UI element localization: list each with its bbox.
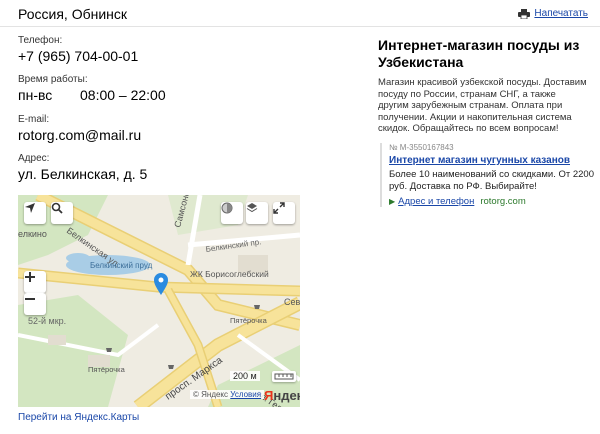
email-block: E-mail: rotorg.com@mail.ru [18,114,141,143]
direct-ad-title-link[interactable]: Интернет магазин чугунных казанов [389,155,594,166]
address-value: ул. Белкинская, д. 5 [18,166,148,182]
poi-label-pyaterochka-2: Пятёрочка [88,365,126,374]
map-scale: 200 м [230,371,260,381]
hours-value: пн-вс 08:00 – 22:00 [18,87,166,103]
direct-ad-text: Более 10 наименований со скидками. От 22… [389,169,594,192]
print-button[interactable]: Напечатать [518,8,588,19]
phone-value: +7 (965) 704-00-01 [18,48,139,64]
arrow-right-icon: ▶ [389,197,396,206]
hours-time: 08:00 – 22:00 [80,87,166,103]
address-phone-link[interactable]: Адрес и телефон [398,196,474,207]
printer-icon [518,8,531,19]
layers-button[interactable] [246,202,268,224]
map-widget[interactable]: Белкинская ул. Самсонов Белкинский пр. Б… [18,195,300,407]
direct-ad-number: № М-3550167843 [389,143,454,152]
shop-icon [168,365,174,369]
shop-icon [106,348,112,352]
ruler-icon [274,373,294,380]
fullscreen-button[interactable] [273,202,295,224]
direct-ad-links: ▶ Адрес и телефон rotorg.com [389,196,594,207]
terms-link[interactable]: Условия [230,390,261,399]
email-label: E-mail: [18,114,50,125]
yandex-logo[interactable]: Яндекс [264,388,300,403]
ad-description: Магазин красивой узбекской посуды. Доста… [378,77,587,134]
poi-label-pyaterochka-1: Пятёрочка [230,316,268,325]
address-block: Адрес: ул. Белкинская, д. 5 [18,153,147,182]
locate-arrow-icon [25,203,35,213]
address-label: Адрес: [18,153,50,164]
zoom-in-button[interactable] [24,271,46,293]
street-label-sev: Сев [284,297,300,307]
shop-icon [254,305,260,309]
email-value: rotorg.com@mail.ru [18,127,142,143]
locate-button[interactable] [24,202,46,224]
yandex-logo-y: Я [264,388,274,403]
map-copyright: © Яндекс Условия [190,390,265,399]
print-label: Напечатать [534,8,588,19]
hours-label: Время работы: [18,74,88,85]
traffic-icon [221,202,233,214]
phone-label: Телефон: [18,35,63,46]
ad-title: Интернет-магазин посуды из Узбекистана [378,37,580,70]
yandex-logo-rest: ндекс [273,388,300,403]
hours-block: Время работы: пн-вс 08:00 – 22:00 [18,74,166,103]
direct-ad-block: № М-3550167843 Интернет магазин чугунных… [380,143,594,207]
place-label-borisoglebsky: ЖК Борисоглебский [190,269,269,279]
hours-days: пн-вс [18,87,53,103]
search-icon [51,202,63,214]
open-yandex-maps-link[interactable]: Перейти на Яндекс.Карты [18,412,139,423]
place-label-mkr: 52-й мкр. [28,316,66,326]
phone-block: Телефон: +7 (965) 704-00-01 [18,35,138,64]
traffic-button[interactable] [221,202,243,224]
direct-ad-domain[interactable]: rotorg.com [480,196,525,207]
copyright-text: © Яндекс [193,390,229,399]
city-title: Россия, Обнинск [18,6,128,22]
layers-icon [246,203,258,213]
plus-icon [25,272,35,282]
expand-icon [273,202,285,214]
place-label-belkino: елкино [18,229,47,239]
map-search-button[interactable] [51,202,73,224]
zoom-out-button[interactable] [24,293,46,315]
ruler-button[interactable] [272,371,296,382]
minus-icon [25,298,35,300]
header-bar: Россия, Обнинск Напечатать [0,0,600,27]
water-label-pond: Белкинский пруд [90,261,153,270]
